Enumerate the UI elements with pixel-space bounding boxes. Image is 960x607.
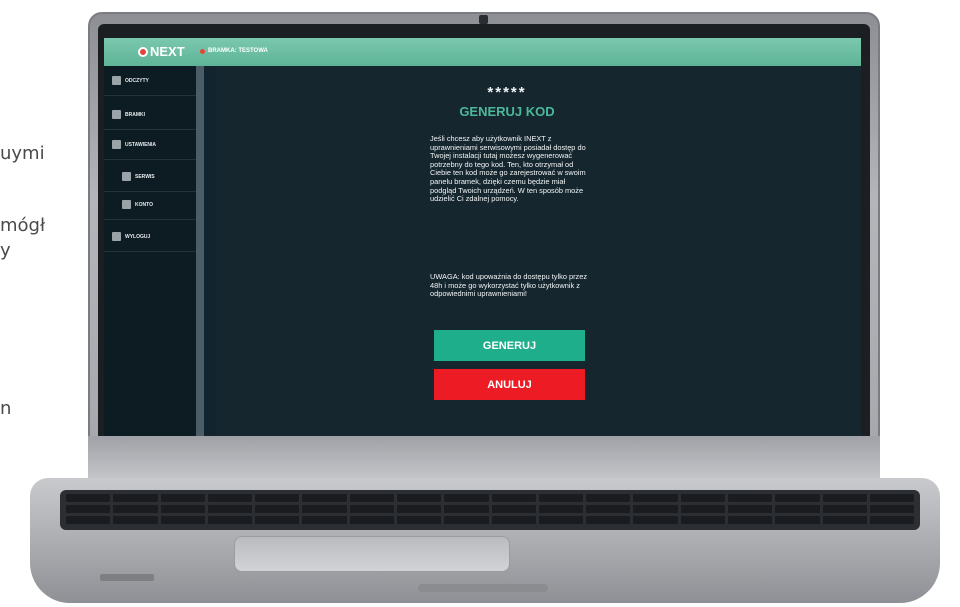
key-row <box>60 516 920 524</box>
generate-button[interactable]: GENERUJ <box>434 330 585 361</box>
sidebar-item-label: WYLOGUJ <box>125 233 151 240</box>
background-text-fragment: mógł <box>0 215 46 236</box>
page-title: GENERUJ KOD <box>459 104 555 119</box>
front-slot <box>418 584 548 592</box>
sidebar-item-wyloguj[interactable]: WYLOGUJ <box>104 222 196 252</box>
user-icon <box>122 200 131 209</box>
sidebar-item-label: USTAWIENIA <box>125 141 157 148</box>
gear-icon <box>112 140 121 149</box>
key-row <box>60 505 920 513</box>
sidebar-item-odczyty[interactable]: ODCZYTY <box>104 66 196 96</box>
sidebar-divider <box>196 66 204 436</box>
logo-mark-icon <box>138 46 148 57</box>
logo-text: NEXT <box>150 44 185 59</box>
warning-text: UWAGA: kod upoważnia do dostępu tylko pr… <box>430 272 588 299</box>
device-icon <box>112 110 121 119</box>
sidebar-item-konto[interactable]: KONTO <box>104 190 196 220</box>
logout-icon <box>112 232 121 241</box>
webcam-icon <box>479 15 488 24</box>
sidebar-item-label: KONTO <box>135 201 153 208</box>
sidebar-item-label: BRAMKI <box>125 111 145 118</box>
top-bar: NEXT BRAMKA: TESTOWA <box>104 38 861 66</box>
sidebar-item-label: SERWIS <box>135 173 155 180</box>
touchpad <box>234 536 510 572</box>
background-text-fragment: uymi <box>0 143 45 164</box>
breadcrumb: BRAMKA: TESTOWA <box>200 48 268 54</box>
sidebar-item-serwis[interactable]: SERWIS <box>104 162 196 192</box>
laptop-hinge <box>88 436 880 480</box>
sidebar-item-label: ODCZYTY <box>125 77 149 84</box>
grid-icon <box>112 76 121 85</box>
cancel-button[interactable]: ANULUJ <box>434 369 585 400</box>
description-text: Jeśli chcesz aby użytkownik INEXT z upra… <box>430 134 586 204</box>
sidebar-item-bramki[interactable]: BRAMKI <box>104 100 196 130</box>
keyboard <box>60 490 920 530</box>
port-slot <box>100 574 154 581</box>
background-text-fragment: y <box>0 240 11 261</box>
wrench-icon <box>122 172 131 181</box>
code-display: ***** <box>487 84 527 101</box>
app-logo[interactable]: NEXT <box>138 44 185 59</box>
breadcrumb-text: BRAMKA: TESTOWA <box>208 48 268 54</box>
laptop-screen: NEXT BRAMKA: TESTOWA ODCZYTY BRAMKI USTA… <box>104 38 861 436</box>
status-dot-icon <box>200 48 205 54</box>
key-row <box>60 494 920 502</box>
sidebar-item-ustawienia[interactable]: USTAWIENIA <box>104 130 196 160</box>
background-text-fragment: n <box>0 398 12 419</box>
